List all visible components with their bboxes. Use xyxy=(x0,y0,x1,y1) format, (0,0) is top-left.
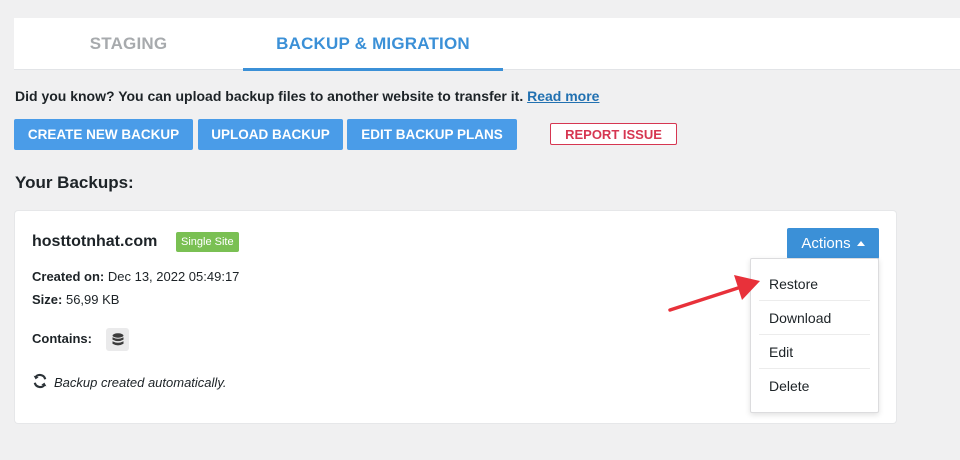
notice: Did you know? You can upload backup file… xyxy=(15,88,599,104)
sync-icon xyxy=(32,373,48,392)
site-name: hosttotnhat.com xyxy=(32,233,158,250)
create-backup-button[interactable]: CREATE NEW BACKUP xyxy=(14,119,193,150)
edit-menu-item[interactable]: Edit xyxy=(759,335,870,369)
actions-button[interactable]: Actions xyxy=(787,228,879,259)
created-on: Created on: Dec 13, 2022 05:49:17 xyxy=(32,269,239,284)
size-label: Size: xyxy=(32,292,63,307)
actions-label: Actions xyxy=(801,235,851,252)
notice-text: Did you know? You can upload backup file… xyxy=(15,88,524,104)
contains-label: Contains: xyxy=(32,331,92,346)
site-type-badge: Single Site xyxy=(176,232,239,252)
red-arrow-annotation xyxy=(668,275,760,312)
edit-backup-plans-button[interactable]: EDIT BACKUP PLANS xyxy=(347,119,517,150)
size-value: 56,99 KB xyxy=(65,292,120,307)
database-icon xyxy=(106,328,129,351)
created-label: Created on: xyxy=(32,269,105,284)
report-issue-button[interactable]: REPORT ISSUE xyxy=(550,123,677,145)
read-more-link[interactable]: Read more xyxy=(527,88,599,104)
tab-backup-migration[interactable]: BACKUP & MIGRATION xyxy=(243,18,503,71)
created-value: Dec 13, 2022 05:49:17 xyxy=(107,269,240,284)
delete-menu-item[interactable]: Delete xyxy=(759,369,870,403)
restore-menu-item[interactable]: Restore xyxy=(759,267,870,301)
auto-backup-text: Backup created automatically. xyxy=(54,375,227,390)
tabs-bar: STAGING BACKUP & MIGRATION xyxy=(14,18,960,71)
upload-backup-button[interactable]: UPLOAD BACKUP xyxy=(198,119,343,150)
tab-staging[interactable]: STAGING xyxy=(14,18,243,70)
section-title: Your Backups: xyxy=(15,173,134,192)
download-menu-item[interactable]: Download xyxy=(759,301,870,335)
auto-backup-note: Backup created automatically. xyxy=(32,373,226,392)
caret-up-icon xyxy=(856,241,865,246)
backup-size: Size: 56,99 KB xyxy=(32,292,119,307)
